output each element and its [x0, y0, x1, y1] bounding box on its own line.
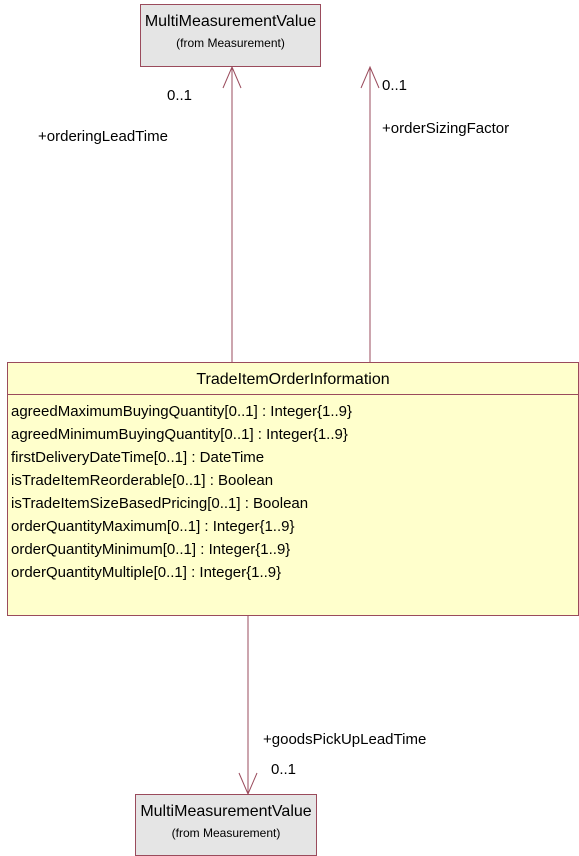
attribute: agreedMaximumBuyingQuantity[0..1] : Inte…: [11, 403, 353, 420]
multi-measurement-value-class-top: MultiMeasurementValue (from Measurement): [140, 4, 321, 67]
attribute: firstDeliveryDateTime[0..1] : DateTime: [11, 449, 265, 466]
class-name: MultiMeasurementValue: [144, 13, 317, 30]
order-sizing-factor-multiplicity: 0..1: [382, 77, 408, 94]
ordering-lead-time-role: +orderingLeadTime: [38, 128, 168, 145]
class-package: (from Measurement): [171, 826, 281, 840]
goods-pickup-lead-time-multiplicity: 0..1: [271, 761, 297, 778]
goods-pickup-lead-time-role: +goodsPickUpLeadTime: [263, 731, 427, 748]
order-sizing-factor-role: +orderSizingFactor: [382, 120, 510, 137]
class-name: MultiMeasurementValue: [140, 803, 312, 820]
trade-item-order-information-class: TradeItemOrderInformation agreedMaximumB…: [7, 362, 579, 616]
attribute: agreedMinimumBuyingQuantity[0..1] : Inte…: [11, 426, 348, 443]
attribute: orderQuantityMultiple[0..1] : Integer{1.…: [11, 564, 282, 581]
ordering-lead-time-multiplicity: 0..1: [167, 87, 193, 104]
attribute: isTradeItemSizeBasedPricing[0..1] : Bool…: [11, 495, 309, 512]
attribute: orderQuantityMaximum[0..1] : Integer{1..…: [11, 518, 295, 535]
attribute-list: agreedMaximumBuyingQuantity[0..1] : Inte…: [8, 395, 578, 584]
class-name: TradeItemOrderInformation: [8, 363, 578, 395]
class-package: (from Measurement): [176, 36, 285, 50]
attribute: orderQuantityMinimum[0..1] : Integer{1..…: [11, 541, 291, 558]
attribute: isTradeItemReorderable[0..1] : Boolean: [11, 472, 274, 489]
multi-measurement-value-class-bottom: MultiMeasurementValue (from Measurement): [135, 794, 317, 856]
